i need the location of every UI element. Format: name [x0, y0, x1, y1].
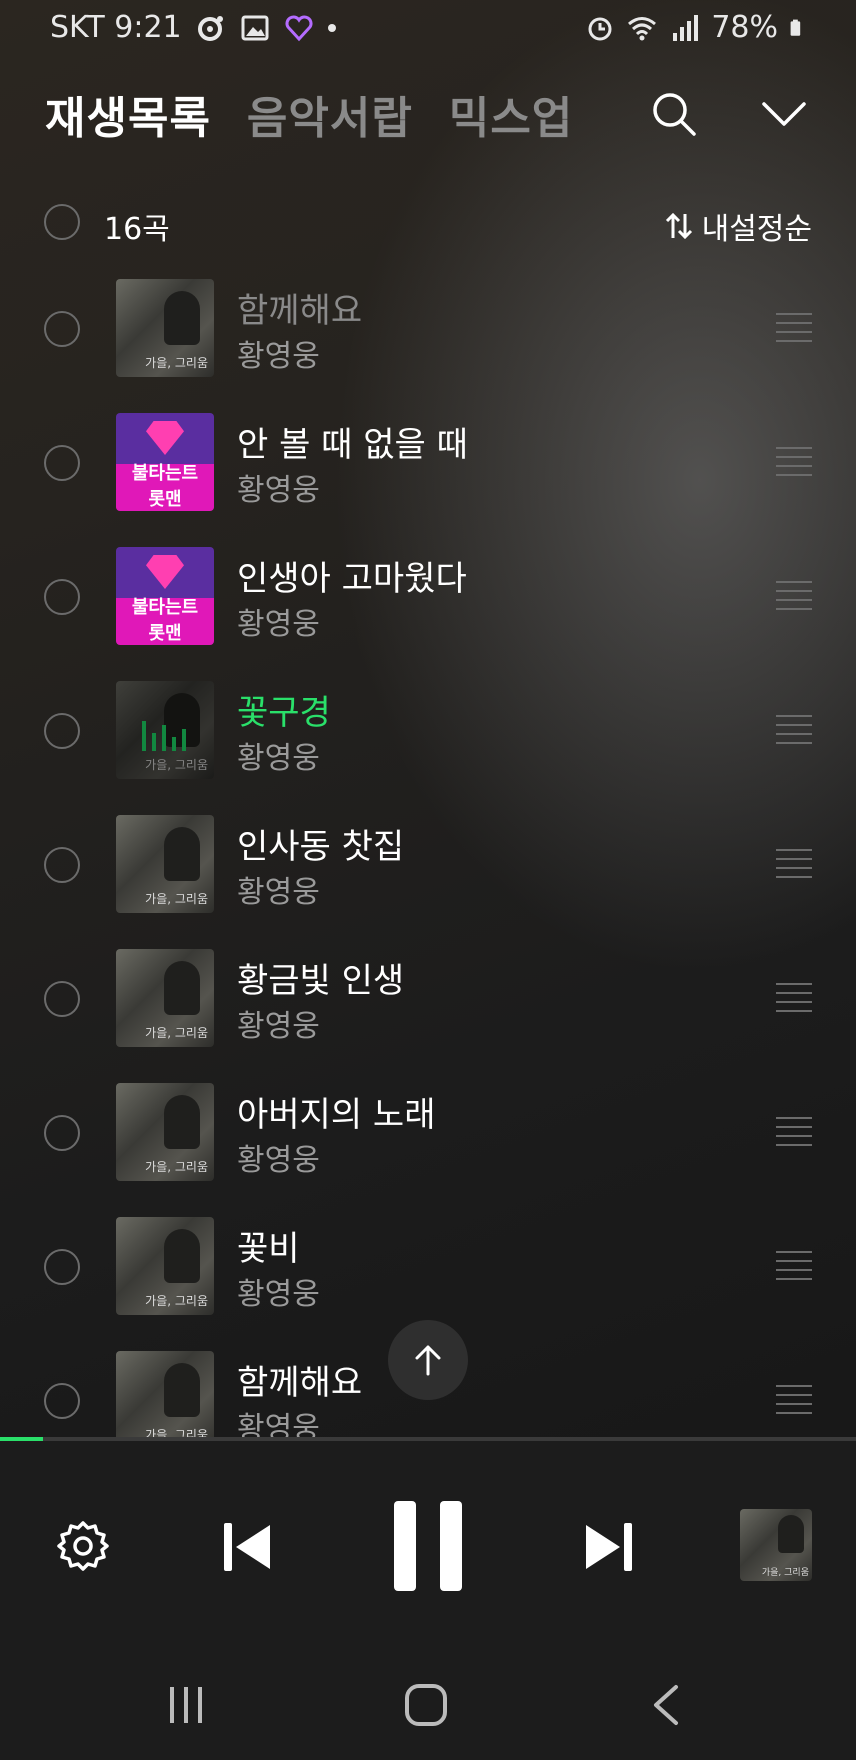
drag-handle-icon[interactable] [776, 1251, 812, 1280]
track-row[interactable]: 불타는트롯맨 인생아 고마웠다 황영웅 [44, 547, 812, 647]
album-art: 가을, 그리움 [116, 949, 214, 1047]
track-title: 인사동 찻집 [237, 827, 405, 867]
track-row[interactable]: 불타는트롯맨 안 볼 때 없을 때 황영웅 [44, 413, 812, 513]
system-navigation-bar [0, 1641, 856, 1760]
gallery-notification-icon [241, 15, 269, 40]
drag-handle-icon[interactable] [776, 313, 812, 342]
back-icon[interactable] [648, 1683, 682, 1727]
track-checkbox[interactable] [44, 981, 80, 1017]
track-title: 안 볼 때 없을 때 [237, 425, 468, 465]
previous-track-icon[interactable] [222, 1519, 274, 1575]
scroll-to-top-button[interactable] [388, 1320, 468, 1400]
camera-notification-icon [197, 15, 223, 41]
home-icon[interactable] [404, 1683, 448, 1727]
track-count: 16곡 [104, 212, 170, 247]
album-art: 가을, 그리움 [116, 1083, 214, 1181]
sort-label: 내설정순 [701, 212, 812, 247]
heart-app-notification-icon [285, 14, 313, 41]
track-row[interactable]: 가을, 그리움 황금빛 인생 황영웅 [44, 949, 812, 1049]
album-art: 불타는트롯맨 [116, 547, 214, 645]
chevron-down-icon[interactable] [760, 90, 808, 138]
settings-gear-icon[interactable] [56, 1519, 110, 1573]
now-playing-album-art[interactable]: 가을, 그리움 [740, 1509, 812, 1581]
track-checkbox[interactable] [44, 1115, 80, 1151]
tab-music-drawer[interactable]: 음악서랍 [247, 82, 413, 146]
track-title: 꽃비 [237, 1229, 300, 1269]
track-title: 함께해요 [237, 291, 363, 331]
track-artist: 황영웅 [237, 339, 320, 374]
drag-handle-icon[interactable] [776, 715, 812, 744]
list-header: 16곡 내설정순 [44, 200, 812, 248]
top-tabs: 재생목록 음악서랍 믹스업 [45, 82, 573, 146]
track-row[interactable]: 가을, 그리움 인사동 찻집 황영웅 [44, 815, 812, 915]
signal-icon [673, 14, 699, 41]
track-artist: 황영웅 [237, 473, 320, 508]
album-art: 가을, 그리움 [116, 1217, 214, 1315]
album-art: 가을, 그리움 [116, 279, 214, 377]
top-actions [650, 90, 808, 138]
recent-apps-icon[interactable] [166, 1685, 206, 1725]
track-artist: 황영웅 [237, 1143, 320, 1178]
track-checkbox[interactable] [44, 1383, 80, 1419]
track-artist: 황영웅 [237, 1009, 320, 1044]
drag-handle-icon[interactable] [776, 849, 812, 878]
drag-handle-icon[interactable] [776, 447, 812, 476]
track-checkbox[interactable] [44, 847, 80, 883]
track-row-now-playing[interactable]: 가을, 그리움 꽃구경 황영웅 [44, 681, 812, 781]
sort-button[interactable]: 내설정순 [664, 204, 812, 248]
track-checkbox[interactable] [44, 713, 80, 749]
album-art: 불타는트롯맨 [116, 413, 214, 511]
drag-handle-icon[interactable] [776, 581, 812, 610]
track-row[interactable]: 가을, 그리움 꽃비 황영웅 [44, 1217, 812, 1317]
player-bar: 가을, 그리움 [0, 1441, 856, 1641]
drag-handle-icon[interactable] [776, 983, 812, 1012]
arrow-up-icon [415, 1345, 441, 1376]
pause-icon[interactable] [392, 1499, 464, 1593]
track-title: 아버지의 노래 [237, 1095, 436, 1135]
more-notifications-dot-icon [327, 23, 336, 32]
carrier-time: SKT 9:21 [50, 10, 182, 45]
album-art: 가을, 그리움 [116, 1351, 214, 1449]
tab-mixup[interactable]: 믹스업 [449, 82, 573, 146]
drag-handle-icon[interactable] [776, 1117, 812, 1146]
track-title: 황금빛 인생 [237, 961, 405, 1001]
track-title: 함께해요 [237, 1363, 363, 1403]
track-artist: 황영웅 [237, 607, 320, 642]
sort-icon [665, 212, 692, 240]
album-art: 가을, 그리움 [116, 815, 214, 913]
alarm-icon [588, 17, 612, 40]
battery-icon [790, 19, 801, 36]
track-artist: 황영웅 [237, 875, 320, 910]
wifi-icon [628, 16, 657, 40]
search-icon[interactable] [650, 90, 698, 138]
select-all-checkbox[interactable] [44, 204, 80, 240]
tab-playlist[interactable]: 재생목록 [45, 82, 211, 146]
track-checkbox[interactable] [44, 445, 80, 481]
track-row[interactable]: 가을, 그리움 함께해요 황영웅 [44, 279, 812, 379]
equalizer-icon [142, 717, 186, 751]
next-track-icon[interactable] [582, 1519, 634, 1575]
track-title: 인생아 고마웠다 [237, 559, 467, 599]
track-artist: 황영웅 [237, 1277, 320, 1312]
track-checkbox[interactable] [44, 579, 80, 615]
track-row[interactable]: 가을, 그리움 아버지의 노래 황영웅 [44, 1083, 812, 1183]
album-art: 가을, 그리움 [116, 681, 214, 779]
track-artist: 황영웅 [237, 741, 320, 776]
battery-percent: 78% [711, 10, 778, 45]
status-bar: SKT 9:21 78% [0, 0, 856, 58]
drag-handle-icon[interactable] [776, 1385, 812, 1414]
track-title: 꽃구경 [237, 693, 331, 733]
track-checkbox[interactable] [44, 311, 80, 347]
track-checkbox[interactable] [44, 1249, 80, 1285]
